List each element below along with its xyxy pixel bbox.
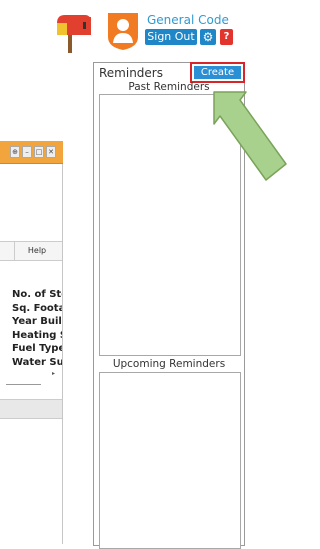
field-label-sq-footage: Sq. Footag: [12, 302, 62, 314]
dialog-body: Help No. of Sto Sq. Footag Year Built He…: [0, 164, 63, 544]
annotation-arrow-icon: [213, 91, 287, 181]
reminders-title: Reminders: [99, 66, 163, 80]
gear-icon: ⚙: [202, 30, 214, 44]
expand-arrow-icon[interactable]: ▸: [52, 370, 55, 377]
settings-button[interactable]: ⚙: [200, 29, 216, 45]
dialog-title-bar: ⊕ – □ ✕: [0, 141, 63, 164]
close-icon[interactable]: ✕: [46, 146, 56, 158]
field-label-stories: No. of Sto: [12, 289, 62, 300]
tab-help[interactable]: Help: [14, 242, 59, 260]
divider: [6, 384, 41, 385]
user-shield-icon: [108, 13, 138, 50]
field-label-year-built: Year Built: [12, 316, 62, 327]
mailbox-icon: [57, 15, 91, 53]
field-labels: No. of Sto Sq. Footag Year Built Heating…: [12, 288, 62, 369]
pin-icon[interactable]: ⊕: [10, 146, 20, 158]
dialog-footer-band: [0, 399, 62, 419]
sign-out-button[interactable]: Sign Out: [145, 29, 197, 45]
brand-name: General Code: [147, 13, 229, 27]
dialog-tab-bar: Help: [0, 241, 62, 261]
help-button[interactable]: ?: [220, 29, 233, 45]
upcoming-reminders-label: Upcoming Reminders: [112, 358, 226, 370]
minimize-icon[interactable]: –: [22, 146, 32, 158]
upcoming-reminders-list[interactable]: [99, 372, 241, 549]
window-controls: ⊕ – □ ✕: [10, 146, 56, 158]
field-label-fuel-type: Fuel Type: [12, 343, 62, 354]
field-label-water-supply: Water Sup: [12, 356, 62, 368]
field-label-heating: Heating S: [12, 329, 62, 341]
maximize-icon[interactable]: □: [34, 146, 44, 158]
property-dialog: ⊕ – □ ✕ Help No. of Sto Sq. Footag Year …: [0, 141, 63, 544]
